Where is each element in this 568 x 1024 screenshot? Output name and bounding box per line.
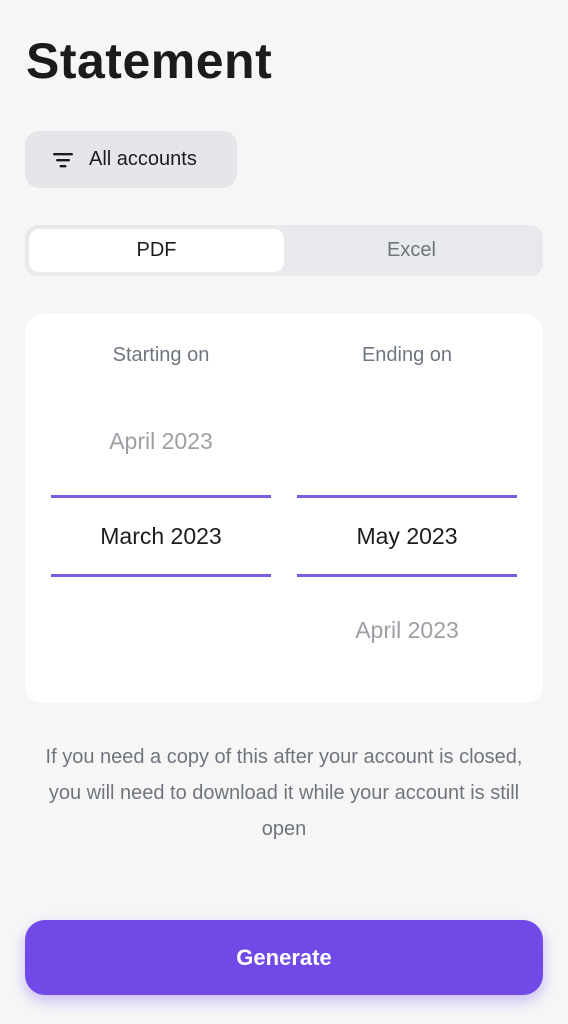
end-selection-top-line <box>297 495 517 498</box>
start-selection-bottom-line <box>51 574 271 577</box>
start-column-heading: Starting on <box>112 344 210 366</box>
end-option-next[interactable]: April 2023 <box>297 617 517 644</box>
start-option-previous[interactable]: April 2023 <box>51 428 271 455</box>
format-segmented-control: PDF Excel <box>25 225 543 276</box>
tab-pdf[interactable]: PDF <box>29 229 284 272</box>
end-selection-bottom-line <box>297 574 517 577</box>
page-title: Statement <box>26 33 273 89</box>
retention-note: If you need a copy of this after your ac… <box>45 746 523 840</box>
end-column-heading: Ending on <box>361 344 453 366</box>
date-range-picker: Starting on Ending on April 2023 March 2… <box>25 314 543 703</box>
filter-label: All accounts <box>89 148 197 170</box>
start-selection-top-line <box>51 495 271 498</box>
end-selected-month[interactable]: May 2023 <box>297 523 517 550</box>
filter-icon <box>53 152 73 167</box>
start-selected-month[interactable]: March 2023 <box>51 523 271 550</box>
all-accounts-filter-button[interactable]: All accounts <box>25 131 237 188</box>
tab-excel[interactable]: Excel <box>284 229 539 272</box>
generate-button[interactable]: Generate <box>25 920 543 995</box>
